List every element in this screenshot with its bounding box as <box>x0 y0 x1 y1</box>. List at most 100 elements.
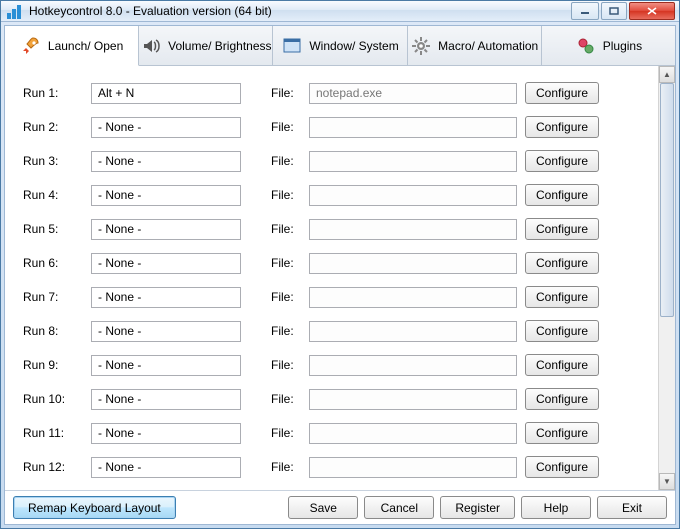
file-input[interactable] <box>309 83 517 104</box>
exit-button[interactable]: Exit <box>597 496 667 519</box>
file-label: File: <box>271 324 301 338</box>
hotkey-input[interactable] <box>91 355 241 376</box>
window-icon <box>281 35 303 57</box>
run-row: Run 6: File: Configure <box>23 246 669 280</box>
close-button[interactable] <box>629 2 675 20</box>
hotkey-input[interactable] <box>91 83 241 104</box>
run-label: Run 7: <box>23 290 83 304</box>
run-label: Run 6: <box>23 256 83 270</box>
configure-button[interactable]: Configure <box>525 252 599 274</box>
run-row: Run 5: File: Configure <box>23 212 669 246</box>
register-button[interactable]: Register <box>440 496 515 519</box>
run-row: Run 1: File: Configure <box>23 76 669 110</box>
configure-button[interactable]: Configure <box>525 82 599 104</box>
configure-button[interactable]: Configure <box>525 320 599 342</box>
file-label: File: <box>271 256 301 270</box>
hotkey-input[interactable] <box>91 253 241 274</box>
tab-bar: Launch/ Open Volume/ Brightness Window/ Sy… <box>5 26 675 66</box>
maximize-button[interactable] <box>601 2 627 20</box>
run-row: Run 12: File: Configure <box>23 450 669 484</box>
configure-button[interactable]: Configure <box>525 150 599 172</box>
run-row: Run 9:File:Configure <box>23 348 669 382</box>
tab-label: Window/ System <box>309 39 398 53</box>
file-label: File: <box>271 188 301 202</box>
hotkey-input[interactable] <box>91 219 241 240</box>
configure-button[interactable]: Configure <box>525 184 599 206</box>
configure-button[interactable]: Configure <box>525 388 599 410</box>
run-row: Run 11: File: Configure <box>23 416 669 450</box>
cancel-button[interactable]: Cancel <box>364 496 434 519</box>
remap-keyboard-button[interactable]: Remap Keyboard Layout <box>13 496 176 519</box>
window-controls <box>571 2 675 20</box>
file-input[interactable] <box>309 287 517 308</box>
hotkey-input[interactable] <box>91 151 241 172</box>
run-label: Run 4: <box>23 188 83 202</box>
run-label: Run 9: <box>23 358 83 372</box>
tab-launch-open[interactable]: Launch/ Open <box>5 26 139 66</box>
help-button[interactable]: Help <box>521 496 591 519</box>
file-input[interactable] <box>309 321 517 342</box>
hotkey-input[interactable] <box>91 287 241 308</box>
file-label: File: <box>271 392 301 406</box>
run-row: Run 8:File:Configure <box>23 314 669 348</box>
scroll-up-button[interactable]: ▲ <box>659 66 675 83</box>
plugin-icon <box>575 35 597 57</box>
tab-label: Macro/ Automation <box>438 39 538 53</box>
file-input[interactable] <box>309 423 517 444</box>
file-label: File: <box>271 290 301 304</box>
file-label: File: <box>271 86 301 100</box>
tab-window-system[interactable]: Window/ System <box>273 26 407 65</box>
rocket-icon <box>20 35 42 57</box>
configure-button[interactable]: Configure <box>525 286 599 308</box>
tab-label: Volume/ Brightness <box>168 39 271 53</box>
configure-button[interactable]: Configure <box>525 116 599 138</box>
file-label: File: <box>271 120 301 134</box>
gear-icon <box>410 35 432 57</box>
hotkey-input[interactable] <box>91 423 241 444</box>
file-input[interactable] <box>309 151 517 172</box>
configure-button[interactable]: Configure <box>525 422 599 444</box>
file-input[interactable] <box>309 355 517 376</box>
run-row: Run 10:File:Configure <box>23 382 669 416</box>
file-input[interactable] <box>309 389 517 410</box>
hotkey-input[interactable] <box>91 389 241 410</box>
file-input[interactable] <box>309 457 517 478</box>
tab-macro-automation[interactable]: Macro/ Automation <box>408 26 542 65</box>
file-label: File: <box>271 460 301 474</box>
hotkey-input[interactable] <box>91 185 241 206</box>
app-icon <box>7 3 23 19</box>
titlebar[interactable]: Hotkeycontrol 8.0 - Evaluation version (… <box>1 1 679 22</box>
speaker-icon <box>140 35 162 57</box>
launch-open-panel: Run 1: File: Configure Run 2: File: Configure… <box>5 66 675 490</box>
file-label: File: <box>271 154 301 168</box>
run-label: Run 3: <box>23 154 83 168</box>
vertical-scrollbar[interactable]: ▲ ▼ <box>658 66 675 490</box>
file-input[interactable] <box>309 117 517 138</box>
hotkey-input[interactable] <box>91 457 241 478</box>
configure-button[interactable]: Configure <box>525 354 599 376</box>
configure-button[interactable]: Configure <box>525 456 599 478</box>
file-input[interactable] <box>309 185 517 206</box>
minimize-button[interactable] <box>571 2 599 20</box>
run-label: Run 5: <box>23 222 83 236</box>
scroll-track[interactable] <box>659 83 675 473</box>
run-row: Run 2: File: Configure <box>23 110 669 144</box>
run-label: Run 11: <box>23 426 83 440</box>
configure-button[interactable]: Configure <box>525 218 599 240</box>
tab-volume-brightness[interactable]: Volume/ Brightness <box>139 26 273 65</box>
run-label: Run 12: <box>23 460 83 474</box>
save-button[interactable]: Save <box>288 496 358 519</box>
file-input[interactable] <box>309 219 517 240</box>
file-label: File: <box>271 222 301 236</box>
window-title: Hotkeycontrol 8.0 - Evaluation version (… <box>29 4 571 18</box>
scroll-down-button[interactable]: ▼ <box>659 473 675 490</box>
run-row: Run 7: File: Configure <box>23 280 669 314</box>
run-label: Run 1: <box>23 86 83 100</box>
run-label: Run 2: <box>23 120 83 134</box>
file-label: File: <box>271 426 301 440</box>
hotkey-input[interactable] <box>91 321 241 342</box>
scroll-thumb[interactable] <box>660 83 674 317</box>
tab-plugins[interactable]: Plugins <box>542 26 675 65</box>
hotkey-input[interactable] <box>91 117 241 138</box>
file-input[interactable] <box>309 253 517 274</box>
